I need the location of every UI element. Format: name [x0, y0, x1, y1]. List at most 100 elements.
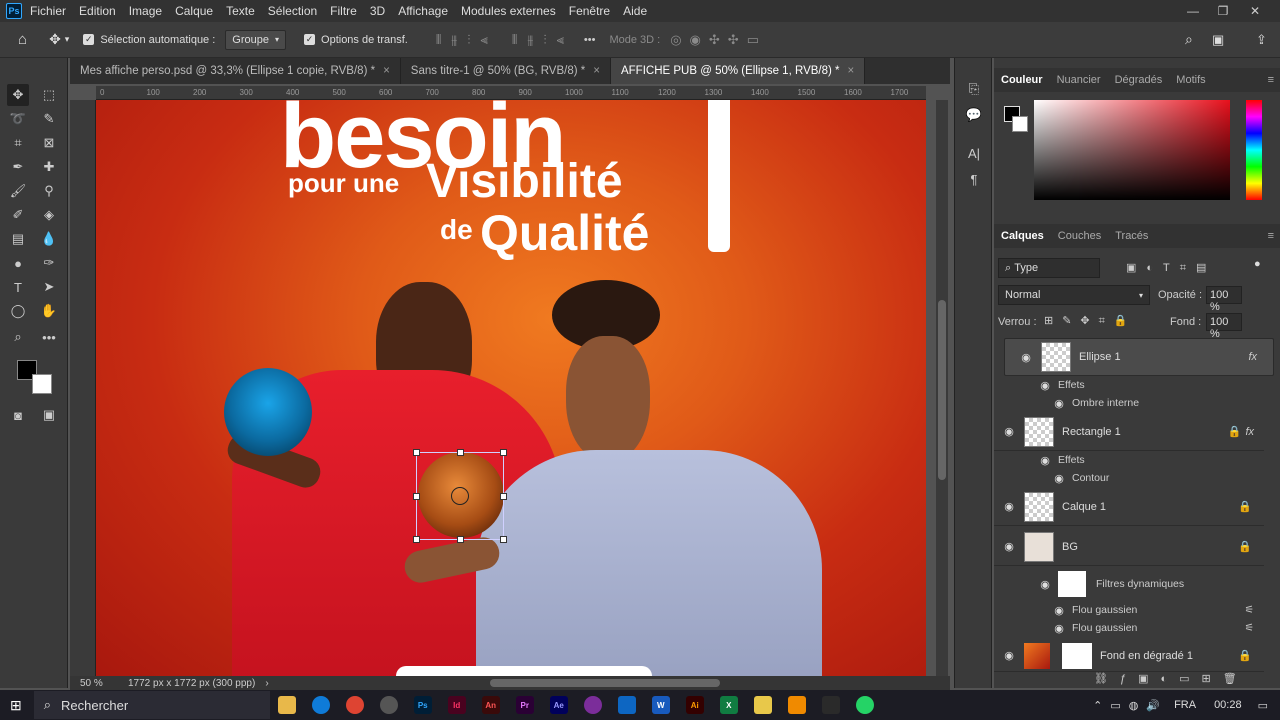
menu-3d[interactable]: 3D [370, 4, 385, 18]
home-icon[interactable]: ⌂ [18, 31, 27, 48]
fill-input[interactable]: 100 % [1206, 313, 1242, 340]
layer-actions-bar[interactable]: ⛓ƒ▣◐▭⊞🗑 [1094, 672, 1249, 685]
workspace-icon[interactable]: ▣ [1212, 32, 1224, 48]
panel-menu-icon[interactable]: ≡ [1268, 230, 1274, 242]
taskbar-search[interactable]: ⌕ Rechercher [33, 691, 270, 719]
menu-view[interactable]: Affichage [398, 4, 448, 18]
app-icon[interactable] [821, 696, 840, 714]
eye-icon[interactable]: ◉ [1019, 351, 1033, 364]
transform-handle[interactable] [413, 449, 420, 456]
opacity-input[interactable]: 100 % [1206, 286, 1242, 313]
smart-filters-row[interactable]: ◉ Filtres dynamiques [994, 570, 1264, 598]
history-brush-icon[interactable]: ✐ [7, 204, 29, 226]
menu-plugins[interactable]: Modules externes [461, 4, 556, 18]
restore-icon[interactable]: ❐ [1208, 0, 1238, 22]
character-panel-icon[interactable]: A| [963, 142, 985, 164]
search-icon[interactable]: ⌕ [1185, 31, 1193, 48]
reference-point-icon[interactable] [451, 487, 469, 505]
app-icon[interactable] [583, 696, 602, 714]
app-icon[interactable] [379, 696, 398, 714]
lock-icons[interactable]: ⊞✎✥⌗🔒 [1044, 314, 1137, 328]
transform-controls-toggle[interactable]: ✓ Options de transf. [304, 34, 408, 46]
blend-mode-dropdown[interactable]: Normal ▾ [998, 285, 1150, 305]
more-options-icon[interactable]: ••• [584, 34, 596, 46]
close-icon[interactable]: × [383, 65, 390, 77]
move-tool-icon[interactable]: ✥ [49, 31, 61, 48]
excel-taskbar-icon[interactable]: X [719, 696, 738, 714]
eye-icon[interactable]: ◉ [1038, 379, 1052, 392]
tab-doc-1[interactable]: Mes affiche perso.psd @ 33,3% (Ellipse 1… [70, 58, 401, 84]
filter-options-icon[interactable]: ⚟ [1245, 604, 1254, 616]
frame-tool-icon[interactable]: ⊠ [38, 132, 60, 154]
eye-icon[interactable]: ◉ [1002, 500, 1016, 513]
lasso-tool-icon[interactable]: ➰ [7, 108, 29, 130]
filter-options-icon[interactable]: ⚟ [1245, 622, 1254, 634]
layer-row-gradient-fill[interactable]: ◉ Fond en dégradé 1 🔒 [994, 640, 1264, 672]
eye-icon[interactable]: ◉ [1038, 578, 1052, 591]
horizontal-ruler[interactable]: 0 100 200 300 400 500 600 700 800 900 1000 1100 1200… [96, 86, 926, 100]
menu-select[interactable]: Sélection [268, 4, 317, 18]
word-taskbar-icon[interactable]: W [651, 696, 670, 714]
close-icon[interactable]: ✕ [1240, 0, 1270, 22]
eye-icon[interactable]: ◉ [1052, 472, 1066, 485]
menu-type[interactable]: Texte [226, 4, 255, 18]
smart-filter-row[interactable]: ◉ Flou gaussien ⚟ [994, 619, 1264, 637]
transform-handle[interactable] [457, 449, 464, 456]
type-tool-icon[interactable]: T [7, 276, 29, 298]
tab-doc-3[interactable]: AFFICHE PUB @ 50% (Ellipse 1, RVB/8) * × [610, 58, 866, 84]
photoshop-taskbar-icon[interactable]: Ps [413, 696, 432, 714]
tab-layers[interactable]: Calques [994, 230, 1051, 242]
aftereffects-taskbar-icon[interactable]: Ae [549, 696, 568, 714]
stamp-tool-icon[interactable]: ⚲ [38, 180, 60, 202]
color-picker-field[interactable] [1034, 100, 1230, 200]
filter-toggle-icon[interactable]: ● [1254, 258, 1261, 270]
close-icon[interactable]: × [593, 65, 600, 77]
menu-window[interactable]: Fenêtre [569, 4, 610, 18]
menu-help[interactable]: Aide [623, 4, 647, 18]
animate-taskbar-icon[interactable]: An [481, 696, 500, 714]
file-explorer-icon[interactable] [277, 696, 296, 714]
screen-mode-icon[interactable]: ▣ [38, 404, 60, 426]
transform-handle[interactable] [500, 449, 507, 456]
fx-icon[interactable]: fx [1248, 351, 1257, 363]
layer-effects-row[interactable]: ◉ Effets [994, 451, 1264, 469]
chevron-down-icon[interactable]: ▾ [65, 34, 70, 45]
zoom-tool-icon[interactable]: ⌕ [7, 326, 29, 348]
chevron-right-icon[interactable]: › [265, 678, 268, 689]
indesign-taskbar-icon[interactable]: Id [447, 696, 466, 714]
layer-row-calque-1[interactable]: ◉ Calque 1 🔒 [994, 488, 1264, 526]
healing-brush-icon[interactable]: ✚ [38, 156, 60, 178]
system-tray-icons[interactable]: ⌃▭◍🔊 [1093, 699, 1168, 712]
fx-icon[interactable]: fx [1245, 426, 1254, 438]
hue-slider[interactable] [1246, 100, 1262, 200]
tab-patterns[interactable]: Motifs [1169, 74, 1212, 86]
panel-menu-icon[interactable]: ≡ [1268, 74, 1274, 86]
blur-tool-icon[interactable]: 💧 [38, 228, 60, 250]
horizontal-scrollbar-thumb[interactable] [490, 679, 720, 687]
filter-type-icons[interactable]: ▣◐T⌗▤ [1126, 261, 1216, 275]
tab-gradients[interactable]: Dégradés [1108, 74, 1170, 86]
transform-bounding-box[interactable] [413, 449, 507, 543]
canvas-vertical-scrollbar[interactable] [936, 100, 948, 676]
document-size[interactable]: 1772 px x 1772 px (300 ppp) [128, 678, 255, 689]
vertical-ruler[interactable] [70, 100, 96, 676]
whatsapp-icon[interactable] [855, 696, 874, 714]
background-color-swatch[interactable] [32, 374, 52, 394]
menu-layer[interactable]: Calque [175, 4, 213, 18]
dodge-tool-icon[interactable]: ● [7, 252, 29, 274]
eye-icon[interactable]: ◉ [1002, 649, 1016, 662]
eraser-tool-icon[interactable]: ◈ [38, 204, 60, 226]
filter-mask-thumbnail[interactable] [1058, 571, 1086, 597]
distribute-icons[interactable]: ⫴⫵⫶⫷ [512, 32, 574, 48]
menu-edit[interactable]: Edition [79, 4, 116, 18]
move-tool-icon[interactable]: ✥ [7, 84, 29, 106]
layer-row-bg[interactable]: ◉ BG 🔒 [994, 528, 1264, 566]
quick-select-icon[interactable]: ✎ [38, 108, 60, 130]
tab-doc-2[interactable]: Sans titre-1 @ 50% (BG, RVB/8) * × [401, 58, 611, 84]
path-select-icon[interactable]: ➤ [38, 276, 60, 298]
notifications-icon[interactable]: ▭ [1258, 699, 1268, 712]
illustrator-taskbar-icon[interactable]: Ai [685, 696, 704, 714]
hand-tool-icon[interactable]: ✋ [38, 300, 60, 322]
eye-icon[interactable]: ◉ [1038, 454, 1052, 467]
smart-filter-row[interactable]: ◉ Flou gaussien ⚟ [994, 601, 1264, 619]
